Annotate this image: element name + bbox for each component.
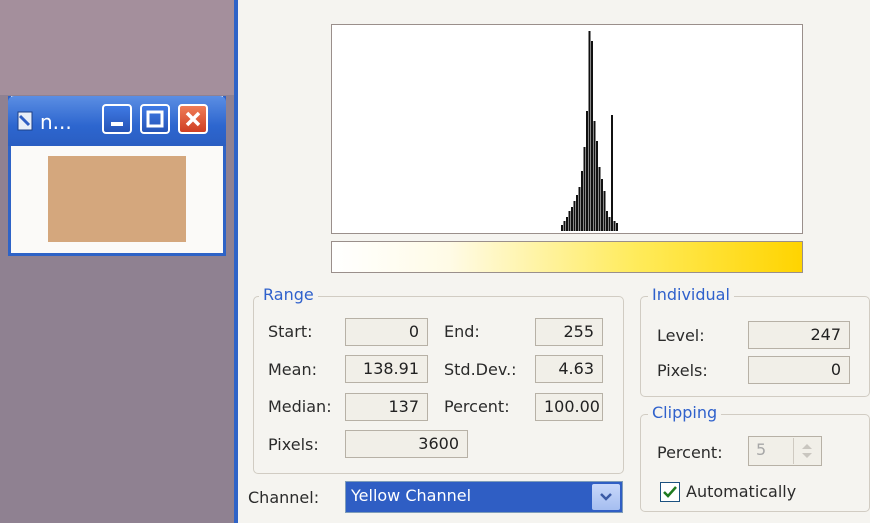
pixels-field: 3600: [345, 430, 468, 458]
histogram-bar: [563, 221, 566, 231]
median-field: 137: [345, 393, 428, 421]
histogram-bar: [583, 147, 586, 231]
clipping-percent-label: Percent:: [657, 443, 723, 462]
histogram-bar: [591, 41, 593, 231]
automatically-checkbox[interactable]: [660, 482, 680, 502]
chevron-down-icon: [600, 493, 612, 501]
range-title: Range: [259, 285, 318, 304]
histogram-bar: [573, 201, 576, 231]
level-label: Level:: [657, 326, 705, 345]
mean-field: 138.91: [345, 355, 428, 383]
median-label: Median:: [268, 397, 332, 416]
minimize-button[interactable]: [102, 104, 132, 134]
close-icon: [185, 111, 201, 127]
histogram-bar: [561, 225, 563, 231]
close-button[interactable]: [178, 104, 208, 134]
checkmark-icon: [663, 486, 677, 498]
individual-pixels-field: 0: [748, 356, 850, 384]
percent-label: Percent:: [444, 397, 510, 416]
histogram-bar: [581, 171, 583, 231]
automatically-label[interactable]: Automatically: [686, 482, 796, 501]
histogram-bar: [586, 111, 588, 231]
channel-dropdown-button[interactable]: [592, 484, 620, 510]
histogram-bar: [588, 31, 591, 231]
histogram-bar: [566, 217, 568, 231]
clipping-percent-value: 5: [756, 440, 767, 459]
histogram-bar: [611, 115, 613, 231]
histogram-bar: [601, 179, 603, 231]
histogram-area: [331, 24, 803, 234]
histogram-bar: [616, 223, 618, 231]
histogram-bar: [608, 217, 611, 231]
individual-pixels-label: Pixels:: [657, 361, 708, 380]
histogram-bar: [576, 195, 578, 231]
histogram-bar: [571, 207, 573, 231]
clipping-title: Clipping: [648, 403, 722, 422]
minimize-icon: [111, 122, 123, 126]
channel-gradient-bar: [331, 241, 803, 273]
histogram-bar: [603, 191, 606, 231]
maximize-icon: [146, 110, 164, 128]
percent-field: 100.00: [535, 393, 603, 421]
histogram-bar: [568, 211, 571, 231]
stddev-field: 4.63: [535, 355, 603, 383]
channel-label: Channel:: [248, 488, 320, 507]
stddev-label: Std.Dev.:: [444, 360, 517, 379]
end-field[interactable]: 255: [535, 318, 603, 346]
histogram-bar: [613, 221, 616, 231]
document-icon: [17, 111, 33, 131]
maximize-button[interactable]: [140, 104, 170, 134]
histogram-bar: [606, 211, 608, 231]
channel-select-value: Yellow Channel: [351, 486, 472, 505]
histogram-bar: [598, 167, 601, 231]
spinner-buttons[interactable]: [793, 438, 819, 464]
start-field[interactable]: 0: [345, 318, 428, 346]
desktop-background-top: [0, 0, 234, 95]
mean-label: Mean:: [268, 360, 317, 379]
individual-title: Individual: [648, 285, 734, 304]
end-label: End:: [444, 322, 480, 341]
image-window-title: n...: [40, 110, 72, 134]
histogram-bar: [593, 121, 596, 231]
histogram-bar: [596, 141, 598, 231]
start-label: Start:: [268, 322, 313, 341]
spinner-arrows-icon: [802, 444, 812, 458]
pixels-label: Pixels:: [268, 435, 319, 454]
level-field: 247: [748, 321, 850, 349]
histogram-bars: [561, 31, 618, 231]
image-preview: [48, 156, 186, 242]
histogram-bar: [578, 187, 581, 231]
